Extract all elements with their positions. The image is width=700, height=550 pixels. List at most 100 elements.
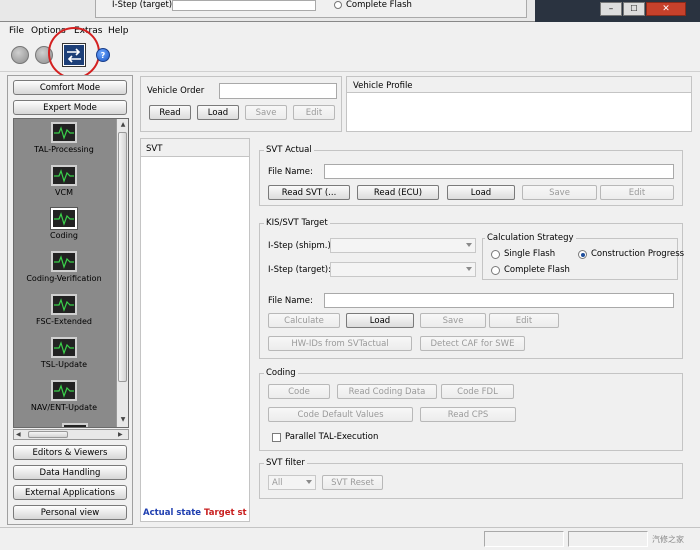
comfort-mode-button[interactable]: Comfort Mode [13,80,127,95]
data-handling-button[interactable]: Data Handling [13,465,127,480]
coding-group: Coding Code Read Coding Data Code FDL Co… [259,368,683,451]
scroll-thumb[interactable] [118,132,127,382]
read-ecu-button[interactable]: Read (ECU) [357,185,439,200]
svt-actual-load-button[interactable]: Load [447,185,515,200]
hw-ids-button[interactable]: HW-IDs from SVTactual [268,336,412,351]
editors-viewers-button[interactable]: Editors & Viewers [13,445,127,460]
module-tal-processing[interactable]: TAL-Processing [18,122,110,154]
menu-help[interactable]: Help [108,26,129,36]
calculation-strategy-group: Calculation Strategy Single Flash Comple… [482,233,684,280]
svt-reset-button[interactable]: SVT Reset [322,475,383,490]
vehicle-order-edit-button[interactable]: Edit [293,105,335,120]
kis-file-name-input[interactable] [324,293,674,308]
coding-title: Coding [264,368,298,378]
svt-actual-file-name-label: File Name: [268,167,313,177]
chevron-down-icon [466,267,472,271]
kis-svt-target-group: KIS/SVT Target I-Step (shipm.): I-Step (… [259,218,684,359]
window-controls: – ☐ ✕ [600,2,690,17]
module-label: TSL-Update [40,360,88,369]
scroll-right-icon[interactable]: ▶ [118,430,123,439]
vehicle-order-label: Vehicle Order [147,86,205,96]
status-field-1 [484,531,564,547]
vehicle-order-load-button[interactable]: Load [197,105,239,120]
complete-flash-label: Complete Flash [504,265,570,275]
single-flash-label: Single Flash [504,249,556,259]
complete-flash-radio[interactable] [491,266,500,275]
read-svt-button[interactable]: Read SVT (... [268,185,350,200]
code-button[interactable]: Code [268,384,330,399]
construction-progress-label: Construction Progress [591,249,685,259]
module-horizontal-scrollbar[interactable]: ◀ ▶ [13,429,129,440]
istep-shipm-combo[interactable] [330,238,476,253]
chevron-down-icon [306,480,312,484]
monitor-icon [51,294,77,315]
external-applications-button[interactable]: External Applications [13,485,127,500]
scroll-h-thumb[interactable] [28,431,68,438]
background-istep-target-label: I-Step (target): [112,0,175,10]
svt-actual-save-button[interactable]: Save [522,185,597,200]
vehicle-profile-panel: Vehicle Profile [346,76,692,132]
module-fsc-extended[interactable]: FSC-Extended [18,294,110,326]
personal-view-button[interactable]: Personal view [13,505,127,520]
code-fdl-button[interactable]: Code FDL [441,384,514,399]
svt-actual-file-name-input[interactable] [324,164,674,179]
expert-mode-button[interactable]: Expert Mode [13,100,127,115]
detect-caf-button[interactable]: Detect CAF for SWE [420,336,525,351]
calculation-strategy-title: Calculation Strategy [485,233,576,243]
scroll-left-icon[interactable]: ◀ [16,430,21,439]
menu-bar: File Options Extras Help [0,23,700,39]
module-label: FSC-Extended [35,317,92,326]
module-vertical-scrollbar[interactable]: ▲ ▼ [116,119,128,427]
menu-file[interactable]: File [9,26,24,36]
close-icon[interactable]: ✕ [646,2,686,16]
parallel-tal-checkbox[interactable] [272,433,281,442]
svt-actual-group: SVT Actual File Name: Read SVT (... Read… [259,145,683,206]
vehicle-order-read-button[interactable]: Read [149,105,191,120]
vehicle-order-save-button[interactable]: Save [245,105,287,120]
module-vcm[interactable]: VCM [18,165,110,197]
kis-edit-button[interactable]: Edit [489,313,559,328]
module-tsl-update[interactable]: TSL-Update [18,337,110,369]
parallel-tal-label: Parallel TAL-Execution [285,432,379,442]
calculate-button[interactable]: Calculate [268,313,340,328]
module-label: VCM [55,188,73,197]
kis-load-button[interactable]: Load [346,313,414,328]
monitor-icon [50,207,78,230]
scroll-down-icon[interactable]: ▼ [118,415,128,425]
module-nav-ent-update[interactable]: NAV/ENT-Update [18,380,110,412]
istep-target-label: I-Step (target): [268,265,331,275]
single-flash-radio[interactable] [491,250,500,259]
maximize-icon[interactable]: ☐ [623,2,645,16]
kis-file-name-label: File Name: [268,296,313,306]
construction-progress-radio[interactable] [578,250,587,259]
read-cps-button[interactable]: Read CPS [420,407,516,422]
svt-filter-select[interactable]: All [268,475,316,490]
monitor-icon [51,380,77,401]
kis-save-button[interactable]: Save [420,313,486,328]
svt-actual-edit-button[interactable]: Edit [600,185,674,200]
code-default-values-button[interactable]: Code Default Values [268,407,413,422]
scroll-up-icon[interactable]: ▲ [118,120,128,130]
minimize-icon[interactable]: – [600,2,622,16]
vehicle-order-input[interactable] [219,83,337,99]
help-icon[interactable]: ? [96,48,110,62]
back-icon[interactable] [11,46,29,64]
module-coding[interactable]: Coding [18,207,110,240]
module-label: Coding-Verification [26,274,102,283]
kis-svt-target-title: KIS/SVT Target [264,218,330,228]
module-coding-verification[interactable]: Coding-Verification [18,251,110,283]
status-field-2 [568,531,648,547]
svt-filter-group: SVT filter All SVT Reset [259,458,683,499]
actual-state-label: Actual state [143,508,202,518]
read-coding-data-button[interactable]: Read Coding Data [337,384,437,399]
svt-panel: SVT Actual state Target st [140,138,250,522]
svt-filter-select-value: All [272,478,283,488]
module-label: Coding [50,231,78,240]
monitor-icon [51,165,77,186]
module-list: TAL-Processing VCM Coding Coding-Verific… [13,118,129,428]
watermark: 汽修之家 [652,535,684,544]
module-partial-icon [62,423,88,427]
vehicle-profile-title: Vehicle Profile [353,81,413,91]
istep-target-combo[interactable] [330,262,476,277]
background-complete-flash-label: Complete Flash [346,0,412,10]
